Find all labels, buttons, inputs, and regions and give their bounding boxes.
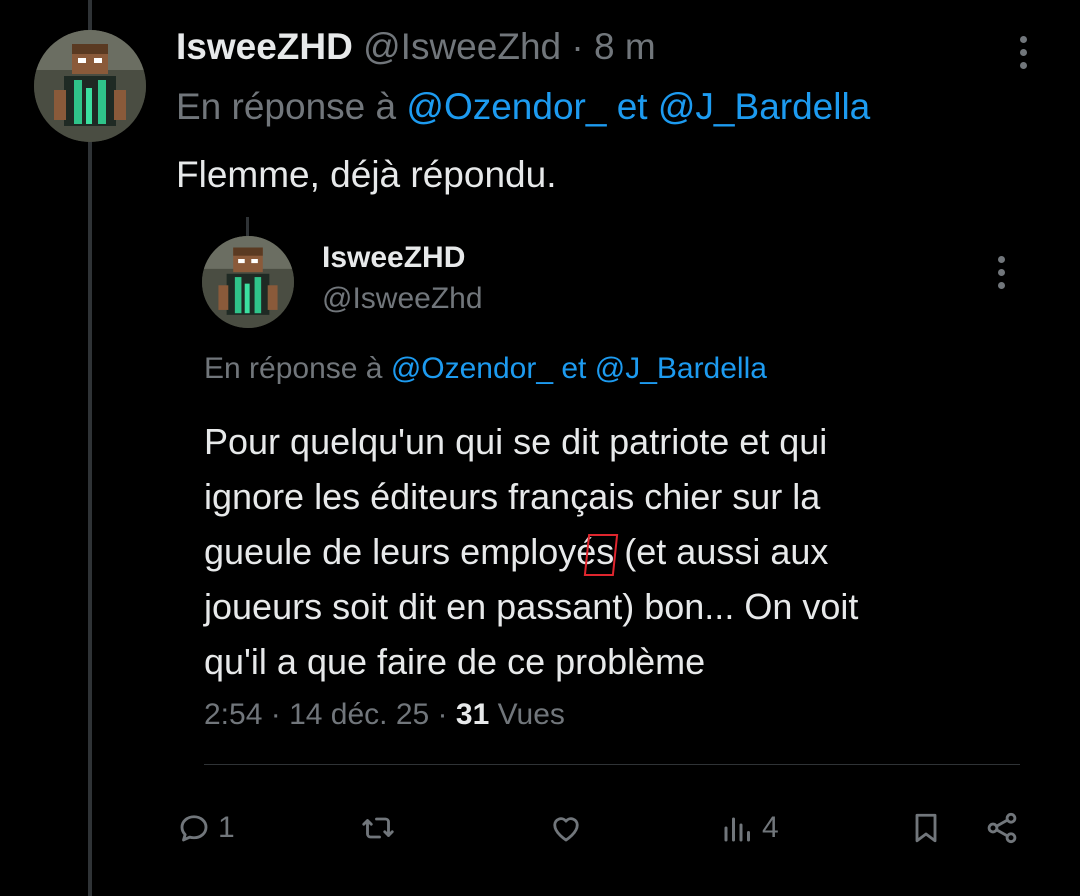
avatar-image — [202, 236, 294, 328]
tweet-text: Flemme, déjà répondu. — [176, 154, 557, 195]
more-icon[interactable] — [990, 256, 1012, 290]
reply-prefix: En réponse à — [176, 86, 397, 127]
share-button[interactable] — [984, 806, 1020, 850]
quoted-time[interactable]: 2:54 — [204, 698, 262, 731]
like-button[interactable] — [548, 806, 590, 850]
reply-icon — [180, 815, 208, 842]
text-line: joueurs soit dit en passant) bon... On v… — [204, 586, 859, 627]
retweet-icon — [362, 817, 394, 839]
views-count: 4 — [762, 811, 779, 844]
quoted-author-name[interactable]: IsweeZHD — [322, 241, 465, 275]
reply-context: En réponse à @Ozendor_ et @J_Bardella — [176, 86, 870, 128]
reply-joiner: et — [561, 352, 587, 385]
reply-prefix: En réponse à — [204, 352, 383, 385]
mention-ozendor[interactable]: @Ozendor_ — [406, 86, 606, 127]
quoted-date[interactable]: 14 déc. 25 — [289, 698, 429, 731]
text-line: Pour quelqu'un qui se dit patriote et qu… — [204, 421, 828, 462]
like-icon — [553, 817, 579, 842]
avatar-image — [34, 30, 146, 142]
retweet-button[interactable] — [360, 806, 402, 850]
views-icon — [724, 817, 750, 842]
reply-button[interactable]: 1 — [176, 806, 235, 850]
author-name[interactable]: IsweeZHD — [176, 26, 353, 67]
mention-bardella[interactable]: @J_Bardella — [658, 86, 870, 127]
mention-ozendor[interactable]: @Ozendor_ — [391, 352, 553, 385]
quoted-avatar[interactable] — [202, 236, 294, 328]
tweet-time[interactable]: 8 m — [594, 26, 656, 67]
quoted-reply-context: En réponse à @Ozendor_ et @J_Bardella — [204, 352, 767, 386]
text-segment: gueule de leurs employés — [204, 531, 615, 572]
bookmark-button[interactable] — [908, 806, 944, 850]
text-line: qu'il a que faire de ce problème — [204, 641, 706, 682]
reply-joiner: et — [616, 86, 648, 127]
action-bar: 1 4 — [0, 806, 1080, 850]
views-button[interactable]: 4 — [720, 806, 779, 850]
quoted-views-label: Vues — [497, 698, 565, 731]
more-icon[interactable] — [1010, 36, 1036, 76]
text-line: gueule de leurs employés (et aussi aux — [204, 524, 1024, 579]
reply-count: 1 — [218, 811, 235, 844]
separator-dot: · — [571, 26, 584, 67]
quote-connector — [246, 217, 249, 237]
quoted-views-count: 31 — [455, 698, 490, 731]
text-line: ignore les éditeurs français chier sur l… — [204, 476, 821, 517]
mention-bardella[interactable]: @J_Bardella — [595, 352, 767, 385]
separator-dot: · — [437, 698, 448, 731]
share-icon — [987, 812, 1017, 844]
separator-dot: · — [270, 698, 281, 731]
quoted-author-handle[interactable]: @IsweeZhd — [322, 282, 483, 316]
tweet-header: IsweeZHD @IsweeZhd · 8 m — [176, 26, 656, 68]
divider — [204, 764, 1020, 765]
author-handle[interactable]: @IsweeZhd — [363, 26, 561, 67]
quoted-tweet-text: Pour quelqu'un qui se dit patriote et qu… — [204, 414, 1024, 689]
quoted-meta: 2:54 · 14 déc. 25 · 31 Vues — [204, 698, 565, 732]
avatar[interactable] — [34, 30, 146, 142]
text-segment: (et aussi aux — [624, 531, 829, 572]
bookmark-icon — [915, 813, 937, 843]
